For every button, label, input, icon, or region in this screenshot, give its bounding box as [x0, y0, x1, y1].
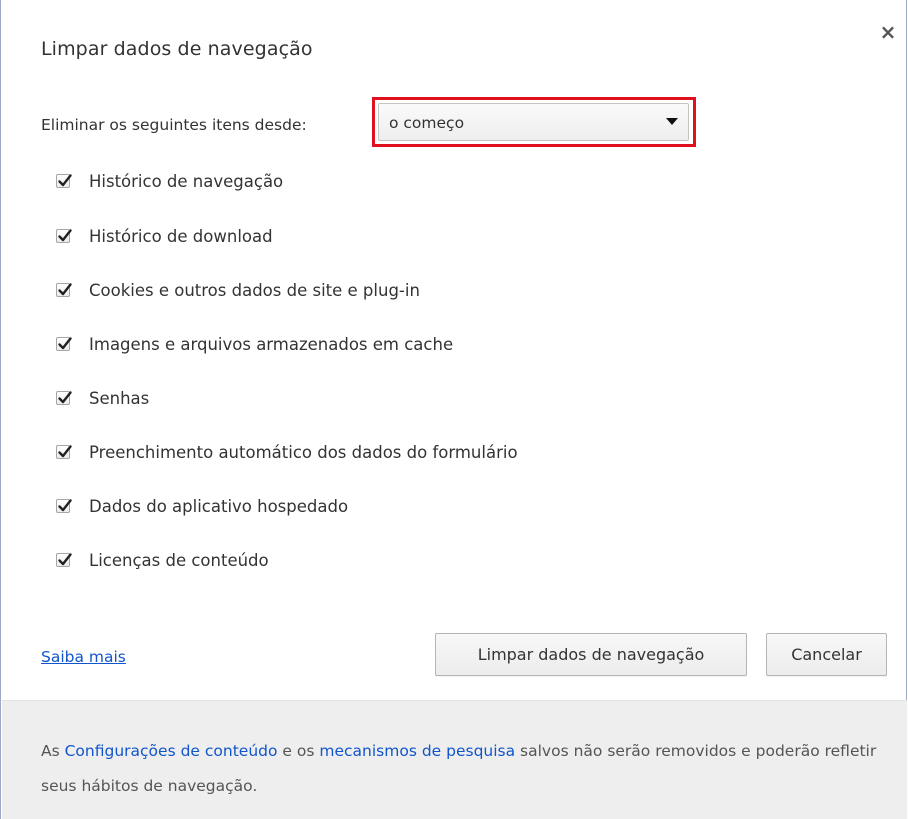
- checkbox-checked-icon[interactable]: [56, 174, 72, 188]
- option-cache[interactable]: Imagens e arquivos armazenados em cache: [56, 329, 453, 359]
- dialog-title: Limpar dados de navegação: [41, 38, 313, 60]
- option-autofill[interactable]: Preenchimento automático dos dados do fo…: [56, 437, 518, 467]
- option-label: Histórico de download: [89, 226, 273, 246]
- time-range-row: Eliminar os seguintes itens desde:: [41, 110, 307, 140]
- option-label: Dados do aplicativo hospedado: [89, 496, 349, 516]
- clear-browsing-data-dialog: Limpar dados de navegação × Eliminar os …: [0, 0, 907, 819]
- checkbox-checked-icon[interactable]: [56, 445, 72, 459]
- option-label: Histórico de navegação: [89, 171, 284, 191]
- option-cookies[interactable]: Cookies e outros dados de site e plug-in: [56, 275, 420, 305]
- option-label: Preenchimento automático dos dados do fo…: [89, 442, 518, 462]
- checkbox-checked-icon[interactable]: [56, 337, 72, 351]
- option-passwords[interactable]: Senhas: [56, 383, 149, 413]
- checkbox-checked-icon[interactable]: [56, 499, 72, 513]
- dropdown-arrow-icon: [666, 118, 678, 125]
- time-range-select[interactable]: o começo: [378, 103, 689, 141]
- option-content-licenses[interactable]: Licenças de conteúdo: [56, 545, 269, 575]
- search-engines-link[interactable]: mecanismos de pesquisa: [319, 742, 515, 760]
- option-download-history[interactable]: Histórico de download: [56, 221, 273, 251]
- time-range-label: Eliminar os seguintes itens desde:: [41, 116, 307, 134]
- cancel-button[interactable]: Cancelar: [766, 633, 887, 676]
- option-label: Senhas: [89, 388, 150, 408]
- clear-browsing-data-button[interactable]: Limpar dados de navegação: [435, 633, 747, 676]
- dialog-footer: As Configurações de conteúdo e os mecani…: [2, 700, 907, 819]
- option-label: Imagens e arquivos armazenados em cache: [89, 334, 454, 354]
- option-label: Licenças de conteúdo: [89, 550, 269, 570]
- content-settings-link[interactable]: Configurações de conteúdo: [65, 742, 278, 760]
- learn-more-link[interactable]: Saiba mais: [41, 648, 126, 666]
- checkbox-checked-icon[interactable]: [56, 283, 72, 297]
- close-icon[interactable]: ×: [878, 22, 898, 42]
- footer-text-middle: e os: [277, 742, 320, 760]
- option-hosted-app-data[interactable]: Dados do aplicativo hospedado: [56, 491, 348, 521]
- footer-note: As Configurações de conteúdo e os mecani…: [41, 734, 881, 804]
- checkbox-checked-icon[interactable]: [56, 391, 72, 405]
- option-browsing-history[interactable]: Histórico de navegação: [56, 166, 283, 196]
- time-range-selected-value: o começo: [389, 114, 465, 132]
- checkbox-checked-icon[interactable]: [56, 229, 72, 243]
- checkbox-checked-icon[interactable]: [56, 553, 72, 567]
- option-label: Cookies e outros dados de site e plug-in: [89, 280, 420, 300]
- footer-text-before: As: [41, 742, 65, 760]
